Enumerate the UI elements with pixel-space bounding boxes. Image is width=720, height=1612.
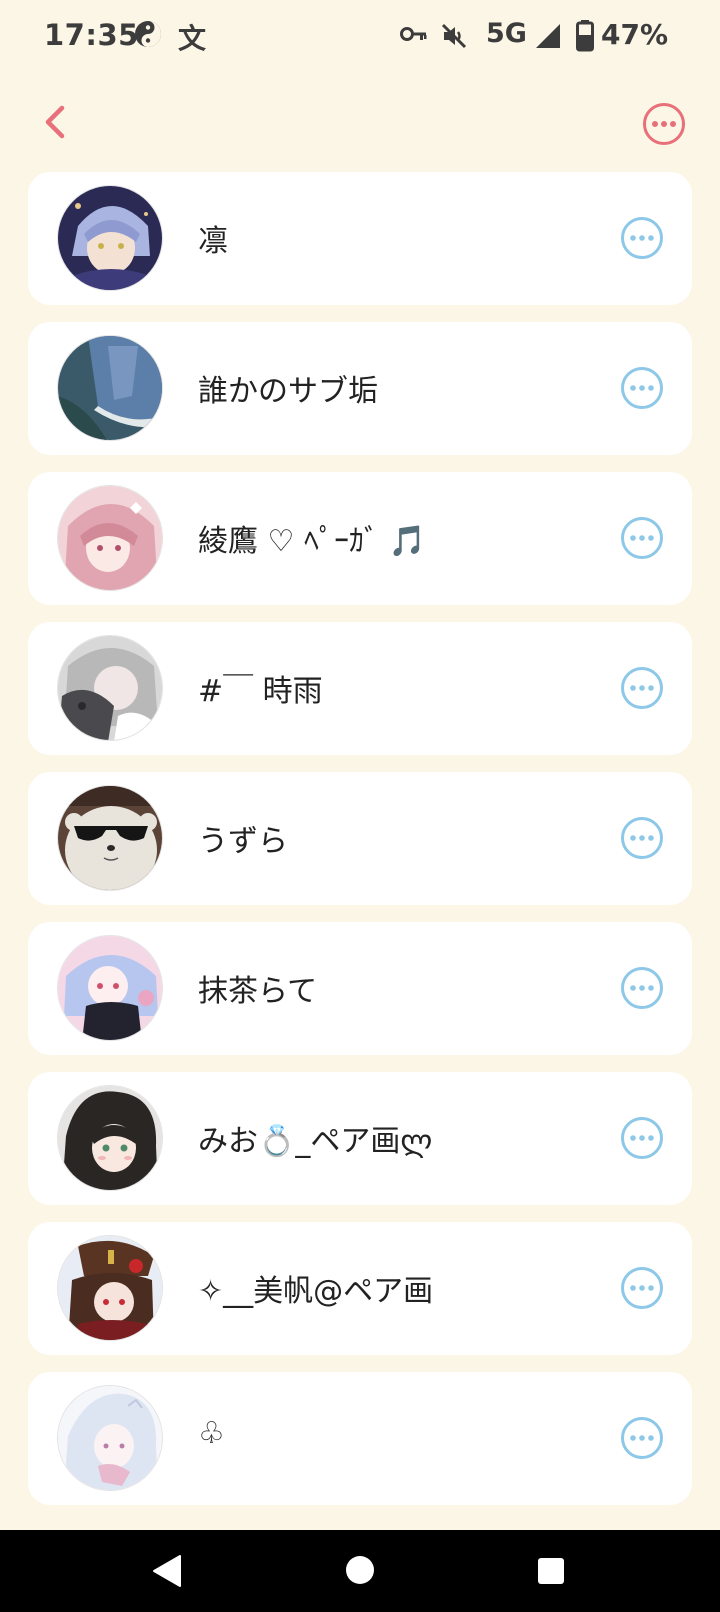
- header-more-button[interactable]: [642, 102, 686, 146]
- avatar: [57, 1085, 163, 1191]
- friend-row[interactable]: ♧: [28, 1372, 692, 1505]
- friend-name: ✧__美帆@ペア画: [198, 1274, 434, 1309]
- more-circle-icon: [621, 817, 663, 859]
- battery-icon: [576, 20, 594, 52]
- row-more-button[interactable]: [620, 1266, 664, 1310]
- more-circle-icon: [643, 103, 685, 145]
- friend-name: 誰かのサブ垢: [198, 374, 378, 409]
- more-circle-icon: [621, 1417, 663, 1459]
- battery-label: 47%: [601, 18, 669, 51]
- chevron-left-icon: [45, 105, 65, 139]
- friend-row[interactable]: 抹茶らて: [28, 922, 692, 1055]
- key-icon: [400, 27, 427, 41]
- friend-name: #￣ 時雨: [198, 674, 323, 709]
- row-more-button[interactable]: [620, 816, 664, 860]
- friend-name: 凛: [198, 224, 228, 259]
- more-circle-icon: [621, 367, 663, 409]
- row-more-button[interactable]: [620, 366, 664, 410]
- friend-name: 抹茶らて: [198, 974, 318, 1009]
- avatar: [57, 935, 163, 1041]
- avatar: [57, 335, 163, 441]
- friend-name: ♧: [198, 1416, 225, 1451]
- row-more-button[interactable]: [620, 966, 664, 1010]
- signal-icon: [536, 24, 560, 48]
- avatar: [57, 1235, 163, 1341]
- friend-row[interactable]: #￣ 時雨: [28, 622, 692, 755]
- more-circle-icon: [621, 517, 663, 559]
- more-circle-icon: [621, 667, 663, 709]
- nav-home-icon[interactable]: [344, 1554, 376, 1586]
- friend-row[interactable]: 綾鷹 ♡ ﾍﾟｰｶﾞ 🎵: [28, 472, 692, 605]
- avatar: [57, 485, 163, 591]
- avatar: [57, 635, 163, 741]
- row-more-button[interactable]: [620, 516, 664, 560]
- status-time: 17:35: [44, 18, 139, 52]
- avatar: [57, 1385, 163, 1491]
- network-label: 5G: [486, 18, 527, 49]
- avatar: [57, 785, 163, 891]
- more-circle-icon: [621, 1267, 663, 1309]
- avatar: [57, 185, 163, 291]
- nav-back-icon[interactable]: [152, 1554, 182, 1588]
- mute-icon: [441, 23, 467, 49]
- friend-row[interactable]: みお💍_ペア画ლ: [28, 1072, 692, 1205]
- back-button[interactable]: [36, 100, 76, 144]
- status-bar: 17:35 文 5G 47%: [0, 0, 720, 76]
- friend-name: みお💍_ペア画ლ: [198, 1124, 433, 1159]
- more-circle-icon: [621, 967, 663, 1009]
- more-circle-icon: [621, 1117, 663, 1159]
- row-more-button[interactable]: [620, 1416, 664, 1460]
- system-nav-bar: [0, 1530, 720, 1612]
- friend-row[interactable]: 誰かのサブ垢: [28, 322, 692, 455]
- row-more-button[interactable]: [620, 666, 664, 710]
- yin-yang-icon: [135, 21, 161, 47]
- language-icon: 文: [178, 22, 207, 55]
- friend-row[interactable]: ✧__美帆@ペア画: [28, 1222, 692, 1355]
- friend-name: うずら: [198, 824, 288, 859]
- row-more-button[interactable]: [620, 1116, 664, 1160]
- friend-row[interactable]: 凛: [28, 172, 692, 305]
- friend-name: 綾鷹 ♡ ﾍﾟｰｶﾞ 🎵: [198, 524, 426, 559]
- nav-recent-icon[interactable]: [537, 1557, 565, 1585]
- more-circle-icon: [621, 217, 663, 259]
- row-more-button[interactable]: [620, 216, 664, 260]
- friend-row[interactable]: うずら: [28, 772, 692, 905]
